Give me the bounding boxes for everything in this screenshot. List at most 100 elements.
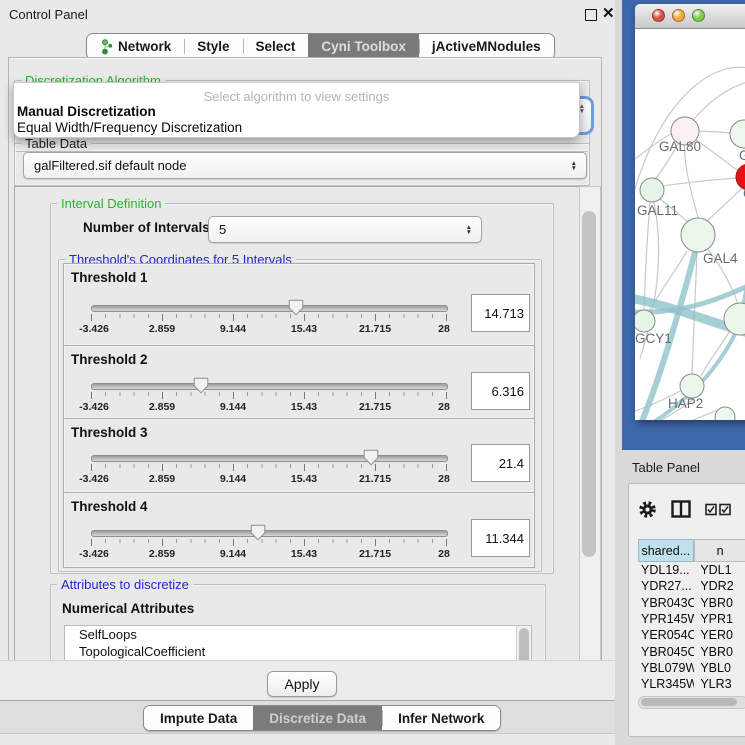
- network-edge[interactable]: [707, 187, 743, 221]
- attribute-item[interactable]: SelfLoops: [65, 626, 531, 643]
- network-node[interactable]: [715, 407, 735, 420]
- top-tab-bar: Network Style Select Cyni Toolbox jActiveMNo…: [86, 33, 555, 60]
- threshold-value-field[interactable]: [471, 519, 530, 557]
- threshold-value-field[interactable]: [471, 444, 530, 482]
- slider-thumb[interactable]: [193, 377, 209, 394]
- slider-major-tick: [446, 392, 447, 399]
- slider-major-tick: [233, 392, 234, 399]
- slider-tick-label: 15.43: [291, 323, 317, 335]
- checkbox-columns-icon[interactable]: [705, 503, 731, 516]
- tab-label: Select: [256, 39, 296, 54]
- table-row[interactable]: YER054CYER0: [638, 627, 745, 643]
- table-column-header[interactable]: n: [694, 539, 745, 562]
- slider-track[interactable]: [91, 383, 448, 390]
- tab-label: Style: [197, 39, 229, 54]
- network-icon: [100, 39, 113, 55]
- network-edge[interactable]: [663, 178, 737, 186]
- tab-network[interactable]: Network: [87, 34, 184, 59]
- table-row[interactable]: YDL19...YDL1: [638, 562, 745, 578]
- gear-icon[interactable]: [638, 500, 657, 519]
- algorithm-dropdown-popup: Select algorithm to view settings Manual…: [13, 82, 580, 138]
- vertical-scrollbar[interactable]: [579, 186, 601, 662]
- network-node-gcy1[interactable]: [635, 310, 655, 332]
- slider-track[interactable]: [91, 530, 448, 537]
- network-window-titlebar[interactable]: [635, 4, 745, 29]
- scrollbar-thumb[interactable]: [582, 211, 596, 557]
- mac-zoom-icon[interactable]: [692, 9, 705, 22]
- slider-major-tick: [446, 464, 447, 471]
- slider-thumb[interactable]: [363, 449, 379, 466]
- scrollbar-thumb[interactable]: [641, 698, 737, 706]
- table-row[interactable]: YDR27...YDR2: [638, 578, 745, 594]
- number-of-intervals-combobox[interactable]: 5 ▲▼: [208, 216, 482, 243]
- screenshot-root: Control Panel ✕ Network Style Select Cyni T…: [0, 0, 745, 745]
- slider-minor-ticks: [91, 539, 447, 543]
- table-row[interactable]: YPR145WYPR1: [638, 611, 745, 627]
- slider-thumb[interactable]: [288, 299, 304, 316]
- bottom-tab-impute-data[interactable]: Impute Data: [144, 706, 253, 730]
- network-node-gal11[interactable]: [640, 178, 664, 202]
- tab-label: Cyni Toolbox: [321, 39, 406, 54]
- table-data-value: galFiltered.sif default node: [34, 158, 186, 173]
- tab-cyni-toolbox[interactable]: Cyni Toolbox: [308, 34, 419, 59]
- slider-minor-ticks: [91, 314, 447, 318]
- right-workspace: GAL80GACGAL11GAL4GCY1HHAP2 Table Panel: [615, 0, 745, 745]
- slider-tick-label: -3.426: [79, 323, 109, 335]
- mac-minimize-icon[interactable]: [672, 9, 685, 22]
- table-cell: YDR27...: [638, 579, 694, 593]
- network-node-gal4[interactable]: [681, 218, 715, 252]
- table-row[interactable]: YLR345WYLR3: [638, 676, 745, 689]
- table-cell: YBL079W: [638, 661, 694, 675]
- combo-stepper-icon: ▲▼: [466, 225, 472, 235]
- group-label: Attributes to discretize: [57, 577, 193, 592]
- tab-select[interactable]: Select: [243, 34, 309, 59]
- group-label: Table Data: [21, 136, 91, 151]
- node-table[interactable]: shared...n YDL19...YDL1YDR27...YDR2YBR04…: [638, 539, 745, 689]
- slider-tick-label: 28: [438, 323, 450, 335]
- slider-major-tick: [233, 314, 234, 321]
- network-desktop-background: GAL80GACGAL11GAL4GCY1HHAP2: [622, 0, 745, 450]
- threshold-3-panel: Threshold 3-3.4262.8599.14415.4321.71528: [63, 418, 535, 493]
- node-label: GA: [739, 148, 745, 163]
- tab-style[interactable]: Style: [184, 34, 242, 59]
- network-edge[interactable]: [644, 202, 650, 310]
- network-node-hap2[interactable]: [680, 374, 704, 398]
- tab-jactivemnodules[interactable]: jActiveMNodules: [419, 34, 554, 59]
- threshold-4-panel: Threshold 4-3.4262.8599.14415.4321.71528: [63, 492, 535, 568]
- slider-major-tick: [375, 314, 376, 321]
- bottom-tab-infer-network[interactable]: Infer Network: [382, 706, 500, 730]
- slider-minor-ticks: [91, 464, 447, 468]
- network-canvas[interactable]: GAL80GACGAL11GAL4GCY1HHAP2: [635, 29, 745, 420]
- group-label: Interval Definition: [57, 196, 165, 211]
- close-icon[interactable]: ✕: [602, 4, 615, 22]
- horizontal-scrollbar[interactable]: [638, 696, 745, 709]
- table-cell: YBL0: [694, 661, 745, 675]
- float-window-icon[interactable]: [585, 9, 597, 21]
- network-graph: GAL80GACGAL11GAL4GCY1HHAP2: [635, 29, 745, 420]
- table-data-combobox[interactable]: galFiltered.sif default node ▲▼: [23, 152, 587, 179]
- threshold-value-field[interactable]: [471, 294, 530, 332]
- slider-track[interactable]: [91, 455, 448, 462]
- slider-tick-label: 28: [438, 548, 450, 560]
- node-label: GCY1: [635, 331, 672, 346]
- table-cell: YBR043C: [638, 596, 694, 610]
- slider-tick-label: 28: [438, 401, 450, 413]
- slider-track[interactable]: [91, 305, 448, 312]
- table-row[interactable]: YBR045CYBR0: [638, 643, 745, 659]
- network-node-ga[interactable]: [730, 120, 745, 148]
- threshold-value-field[interactable]: [471, 372, 530, 410]
- control-panel-titlebar: Control Panel ✕: [0, 0, 615, 28]
- table-row[interactable]: YBR043CYBR0: [638, 595, 745, 611]
- split-columns-icon[interactable]: [671, 500, 691, 518]
- table-row[interactable]: YBL079WYBL0: [638, 660, 745, 676]
- bottom-tab-discretize-data[interactable]: Discretize Data: [253, 706, 382, 730]
- attribute-item[interactable]: TopologicalCoefficient: [65, 643, 531, 660]
- table-body: YDL19...YDL1YDR27...YDR2YBR043CYBR0YPR14…: [638, 562, 745, 689]
- dropdown-option-manual[interactable]: Manual Discretization: [17, 104, 156, 119]
- slider-thumb[interactable]: [250, 524, 266, 541]
- dropdown-option-equal-width[interactable]: Equal Width/Frequency Discretization: [17, 120, 242, 135]
- table-column-header[interactable]: shared...: [638, 539, 694, 562]
- mac-close-icon[interactable]: [652, 9, 665, 22]
- slider-tick-label: 15.43: [291, 548, 317, 560]
- apply-button[interactable]: Apply: [267, 671, 337, 697]
